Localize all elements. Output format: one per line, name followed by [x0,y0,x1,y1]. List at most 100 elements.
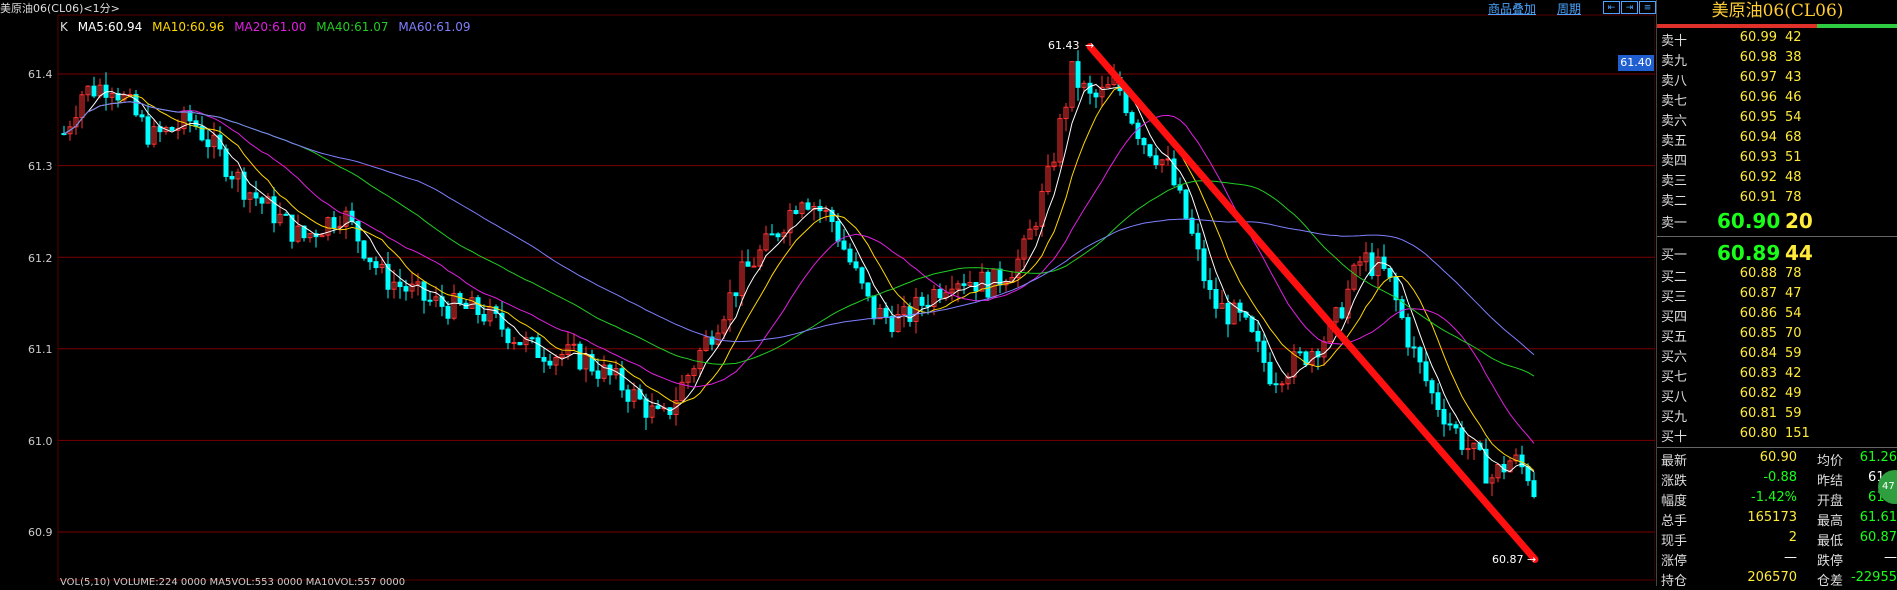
y-tick: 61.1 [28,343,53,356]
expand-icon[interactable]: ⇥ [1621,1,1638,14]
ask-row[interactable]: 卖八 60.97 43 [1657,70,1897,90]
candle-body [253,192,259,199]
volume-legend: VOL(5,10) VOLUME:224 0000 MA5VOL:553 000… [60,577,406,588]
low-arrow-icon: → [1527,553,1537,566]
stat-value: 60.90 [1759,450,1797,465]
candle-body [1423,361,1429,382]
level-label: 卖五 [1661,134,1688,149]
ask-row[interactable]: 卖三 60.92 48 [1657,170,1897,190]
bid-row[interactable]: 买七 60.83 42 [1657,366,1897,386]
level-label: 卖四 [1661,154,1688,169]
high-mark: 61.43 [1048,39,1080,52]
kline-chart[interactable]: 美原油06(CL06)<1分> K MA5:60.94 MA10:60.96 M… [0,0,1656,588]
bid1-row[interactable]: 买一 60.89 44 [1657,241,1897,265]
candle-body [1093,92,1099,98]
level-volume: 68 [1785,130,1802,145]
level-label: 买七 [1661,370,1688,385]
level-price: 60.94 [1739,130,1777,145]
stat-label: 涨跌 [1661,474,1688,489]
candle-body [259,197,265,204]
level-price: 60.98 [1739,50,1777,65]
candle-body [619,368,625,391]
ma40-label: MA40:61.07 [316,20,389,34]
candle-body [103,84,109,98]
ask-row[interactable]: 卖十 60.99 42 [1657,30,1897,50]
candle-body [841,240,847,250]
candle-body [91,85,97,97]
candle-body [511,341,517,344]
candle-body [961,283,967,286]
period-link[interactable]: 周期 [1557,0,1581,17]
level-label: 卖六 [1661,114,1688,129]
candle-body [1261,340,1267,363]
overlay-link[interactable]: 商品叠加 [1488,0,1536,17]
bid-row[interactable]: 买五 60.85 70 [1657,326,1897,346]
ask-row[interactable]: 卖二 60.91 78 [1657,190,1897,210]
bid-row[interactable]: 买三 60.87 47 [1657,286,1897,306]
stat-value: 60.87 [1859,530,1897,545]
candle-body [1207,280,1213,290]
level-label: 买十 [1661,430,1688,445]
bid-row[interactable]: 买六 60.84 59 [1657,346,1897,366]
candle-body [1339,307,1345,319]
ask-row[interactable]: 卖四 60.93 51 [1657,150,1897,170]
stat-row: 持仓 206570 仓差 -22955 [1657,570,1897,590]
bid-row[interactable]: 买九 60.81 59 [1657,406,1897,426]
level-volume: 43 [1785,70,1802,85]
level-price: 60.86 [1739,306,1777,321]
stat-label: 涨停 [1661,554,1688,569]
candle-body [1411,346,1417,349]
stat-value: -0.88 [1763,470,1797,485]
y-tick: 61.2 [28,252,53,265]
stat-label: 幅度 [1661,494,1688,509]
level-price: 60.97 [1739,70,1777,85]
level-price: 60.81 [1739,406,1777,421]
ask-row[interactable]: 卖五 60.94 68 [1657,130,1897,150]
shrink-icon[interactable]: ⇤ [1603,1,1620,14]
order-book-panel: 美原油06(CL06) 卖十 60.99 42 卖九 60.98 38 卖八 60.97 43 卖… [1656,0,1897,589]
level-label: 卖二 [1661,194,1688,209]
level-volume: 78 [1785,190,1802,205]
y-tick: 60.9 [28,526,53,539]
y-tick: 61.0 [28,435,53,448]
candle-body [169,127,175,131]
stat-row: 幅度-1.42%开盘61.3 [1657,490,1897,510]
ask-row[interactable]: 卖六 60.95 54 [1657,110,1897,130]
ask-row[interactable]: 卖七 60.96 46 [1657,90,1897,110]
bid-row[interactable]: 买十 60.80 151 [1657,426,1897,446]
bid-row[interactable]: 买四 60.86 54 [1657,306,1897,326]
candle-body [745,261,751,267]
bid-row[interactable]: 买八 60.82 49 [1657,386,1897,406]
candle-body [241,171,247,200]
candle-body [883,307,889,318]
low-mark: 60.87 [1492,553,1524,566]
stat-value: — [1784,550,1797,565]
level-volume: 47 [1785,286,1802,301]
candle-body [205,139,211,148]
bid-row[interactable]: 买二 60.88 78 [1657,266,1897,286]
ask1-row[interactable]: 卖一 60.90 20 [1657,209,1897,233]
level-price: 60.95 [1739,110,1777,125]
current-price-tag: 61.40 [1618,55,1654,71]
chart-canvas[interactable] [0,0,1655,586]
level-volume: 38 [1785,50,1802,65]
candle-body [1183,189,1189,219]
divider [1657,447,1897,448]
stat-label: 总手 [1661,514,1688,529]
stat-row: 最新 60.90 均价 61.26 [1657,450,1897,470]
candle-body [1393,276,1399,301]
candle-body [373,261,379,269]
stat-value: 206570 [1747,570,1797,585]
menu-icon[interactable]: ≡ [1639,1,1656,14]
level-volume: 59 [1785,346,1802,361]
level-price: 60.93 [1739,150,1777,165]
level-volume: 54 [1785,306,1802,321]
ask-row[interactable]: 卖九 60.98 38 [1657,50,1897,70]
candle-body [427,299,433,302]
ma20-label: MA20:61.00 [234,20,307,34]
candle-body [853,261,859,269]
candle-body [1249,316,1255,332]
candle-body [283,213,289,216]
k-label: K [60,20,68,34]
level-volume: 48 [1785,170,1802,185]
